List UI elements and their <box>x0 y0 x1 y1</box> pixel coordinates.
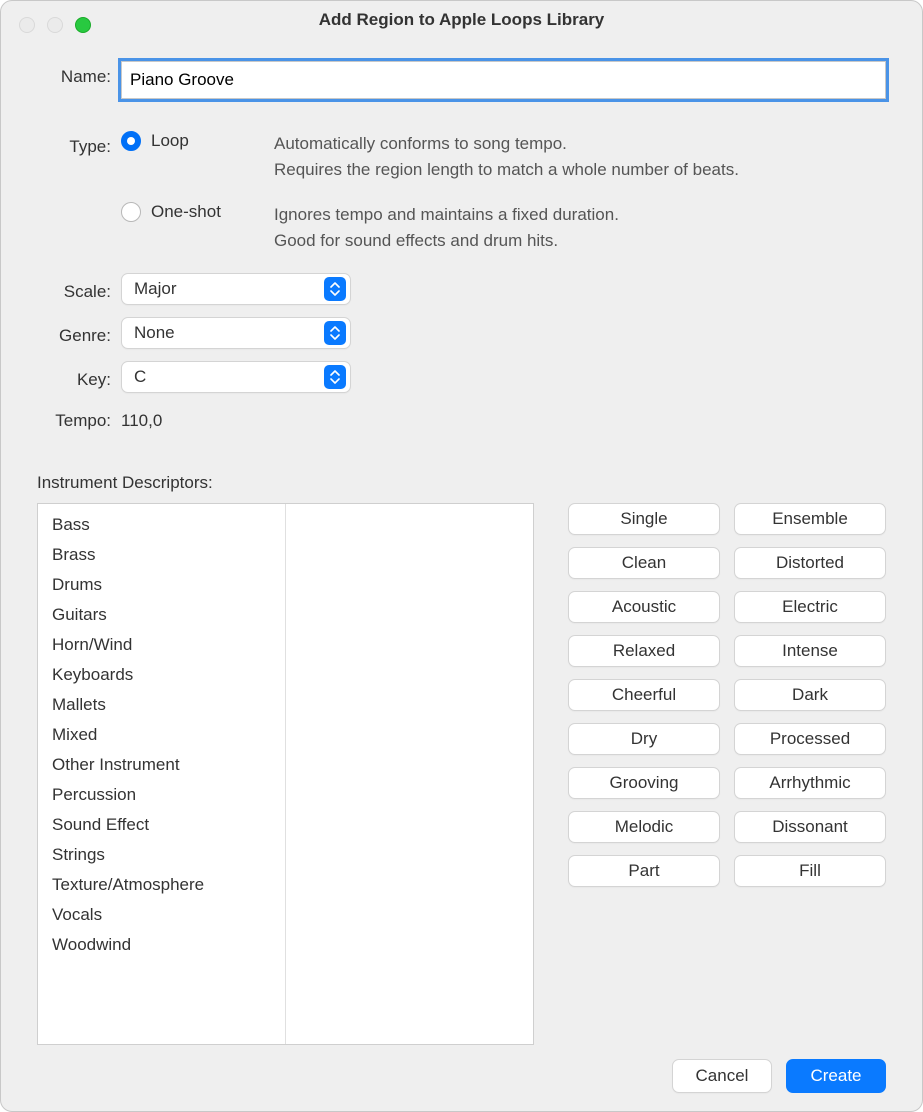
descriptor-tag-button[interactable]: Dissonant <box>734 811 886 843</box>
updown-arrows-icon <box>324 277 346 301</box>
descriptor-tag-button[interactable]: Ensemble <box>734 503 886 535</box>
loop-desc-line2: Requires the region length to match a wh… <box>274 157 886 183</box>
descriptor-tag-button[interactable]: Dry <box>568 723 720 755</box>
descriptor-tag-button[interactable]: Cheerful <box>568 679 720 711</box>
updown-arrows-icon <box>324 321 346 345</box>
loop-radio-label: Loop <box>151 131 189 151</box>
oneshot-radio-wrap[interactable]: One-shot <box>121 202 256 222</box>
list-item[interactable]: Bass <box>38 510 285 540</box>
name-label: Name: <box>37 61 121 87</box>
descriptor-tag-button[interactable]: Clean <box>568 547 720 579</box>
list-item[interactable]: Percussion <box>38 780 285 810</box>
type-row: Type: Loop Automatically conforms to son… <box>37 131 886 253</box>
list-item[interactable]: Vocals <box>38 900 285 930</box>
name-row: Name: <box>37 61 886 99</box>
list-item[interactable]: Mixed <box>38 720 285 750</box>
descriptor-tag-button[interactable]: Acoustic <box>568 591 720 623</box>
descriptor-tag-button[interactable]: Single <box>568 503 720 535</box>
descriptor-tag-button[interactable]: Fill <box>734 855 886 887</box>
tempo-value: 110,0 <box>121 405 162 431</box>
genre-value: None <box>134 323 175 343</box>
key-select[interactable]: C <box>121 361 351 393</box>
oneshot-radio-label: One-shot <box>151 202 221 222</box>
descriptor-tag-button[interactable]: Grooving <box>568 767 720 799</box>
list-item[interactable]: Other Instrument <box>38 750 285 780</box>
instrument-list-column-1[interactable]: BassBrassDrumsGuitarsHorn/WindKeyboardsM… <box>38 504 286 1044</box>
descriptor-tag-button[interactable]: Distorted <box>734 547 886 579</box>
scale-label: Scale: <box>37 276 121 302</box>
list-item[interactable]: Sound Effect <box>38 810 285 840</box>
descriptor-tag-button[interactable]: Relaxed <box>568 635 720 667</box>
dialog-footer: Cancel Create <box>37 1045 886 1093</box>
list-item[interactable]: Mallets <box>38 690 285 720</box>
traffic-lights <box>19 17 91 33</box>
loop-radio-wrap[interactable]: Loop <box>121 131 256 151</box>
list-item[interactable]: Woodwind <box>38 930 285 960</box>
oneshot-desc-line1: Ignores tempo and maintains a fixed dura… <box>274 202 886 228</box>
loop-radio[interactable] <box>121 131 141 151</box>
list-item[interactable]: Texture/Atmosphere <box>38 870 285 900</box>
updown-arrows-icon <box>324 365 346 389</box>
descriptor-tag-grid: Single Ensemble Clean Distorted Acoustic Elec… <box>568 503 886 887</box>
window-title: Add Region to Apple Loops Library <box>319 10 605 30</box>
instrument-descriptors-label: Instrument Descriptors: <box>37 473 886 493</box>
descriptor-tag-button[interactable]: Dark <box>734 679 886 711</box>
list-item[interactable]: Keyboards <box>38 660 285 690</box>
list-item[interactable]: Guitars <box>38 600 285 630</box>
key-row: Key: C <box>37 361 886 393</box>
list-item[interactable]: Drums <box>38 570 285 600</box>
create-button[interactable]: Create <box>786 1059 886 1093</box>
descriptor-tag-button[interactable]: Arrhythmic <box>734 767 886 799</box>
close-window-button[interactable] <box>19 17 35 33</box>
type-option-oneshot: One-shot Ignores tempo and maintains a f… <box>121 202 886 253</box>
cancel-button[interactable]: Cancel <box>672 1059 772 1093</box>
descriptor-tag-button[interactable]: Intense <box>734 635 886 667</box>
instrument-list: BassBrassDrumsGuitarsHorn/WindKeyboardsM… <box>37 503 534 1045</box>
genre-row: Genre: None <box>37 317 886 349</box>
descriptor-tag-button[interactable]: Melodic <box>568 811 720 843</box>
list-item[interactable]: Strings <box>38 840 285 870</box>
tempo-label: Tempo: <box>37 405 121 431</box>
type-label: Type: <box>37 131 121 253</box>
minimize-window-button[interactable] <box>47 17 63 33</box>
genre-label: Genre: <box>37 320 121 346</box>
dialog-content: Name: Type: Loop Automatically conforms … <box>1 39 922 1111</box>
scale-row: Scale: Major <box>37 273 886 305</box>
loop-description: Automatically conforms to song tempo. Re… <box>274 131 886 182</box>
key-label: Key: <box>37 364 121 390</box>
genre-select[interactable]: None <box>121 317 351 349</box>
descriptor-tag-button[interactable]: Part <box>568 855 720 887</box>
maximize-window-button[interactable] <box>75 17 91 33</box>
instrument-list-column-2[interactable] <box>286 504 533 1044</box>
titlebar: Add Region to Apple Loops Library <box>1 1 922 39</box>
scale-value: Major <box>134 279 177 299</box>
list-item[interactable]: Horn/Wind <box>38 630 285 660</box>
type-option-loop: Loop Automatically conforms to song temp… <box>121 131 886 182</box>
oneshot-desc-line2: Good for sound effects and drum hits. <box>274 228 886 254</box>
key-value: C <box>134 367 146 387</box>
oneshot-radio[interactable] <box>121 202 141 222</box>
descriptor-tag-button[interactable]: Processed <box>734 723 886 755</box>
name-input[interactable] <box>121 61 886 99</box>
oneshot-description: Ignores tempo and maintains a fixed dura… <box>274 202 886 253</box>
list-item[interactable]: Brass <box>38 540 285 570</box>
dialog-window: Add Region to Apple Loops Library Name: … <box>0 0 923 1112</box>
type-options: Loop Automatically conforms to song temp… <box>121 131 886 253</box>
tempo-row: Tempo: 110,0 <box>37 405 886 431</box>
descriptors-area: BassBrassDrumsGuitarsHorn/WindKeyboardsM… <box>37 503 886 1045</box>
scale-select[interactable]: Major <box>121 273 351 305</box>
loop-desc-line1: Automatically conforms to song tempo. <box>274 131 886 157</box>
descriptor-tag-button[interactable]: Electric <box>734 591 886 623</box>
